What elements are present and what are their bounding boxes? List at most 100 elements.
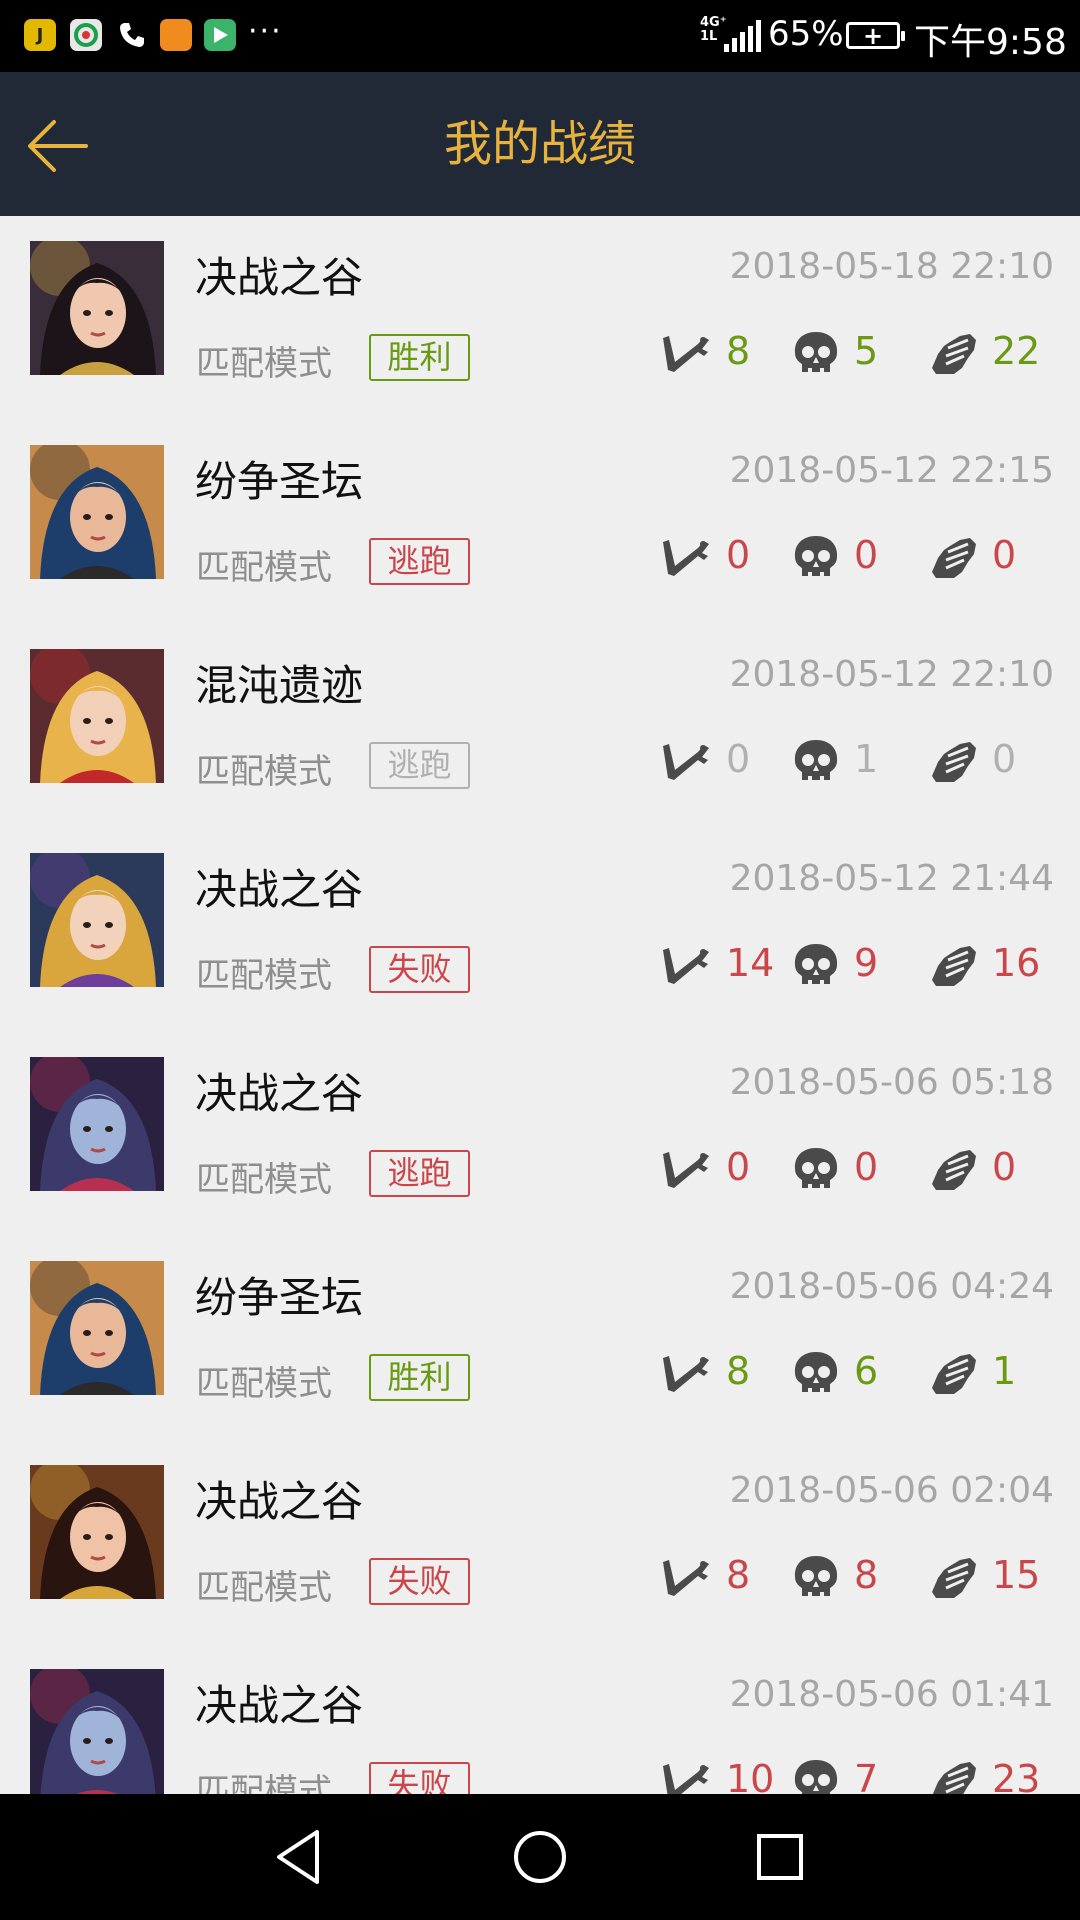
deaths-skull-icon [790,532,842,584]
assists-fist-icon [928,736,980,788]
kills-sword-icon [660,1144,712,1196]
assists-value: 23 [992,1757,1041,1794]
nav-back-button[interactable] [265,1822,335,1892]
match-mode: 匹配模式 [196,1568,332,1608]
kills-value: 14 [726,941,775,985]
kills-value: 0 [726,533,751,577]
map-name: 决战之谷 [195,1069,364,1118]
hero-avatar [30,1669,164,1794]
match-mode: 匹配模式 [196,752,332,792]
deaths-skull-icon [790,1144,842,1196]
deaths-skull-icon [790,736,842,788]
match-row[interactable]: 决战之谷 2018-05-06 02:04 匹配模式 失败 8 8 15 [0,1440,1080,1644]
assists-fist-icon [928,532,980,584]
result-badge: 胜利 [369,334,470,381]
map-name: 混沌遗迹 [195,661,364,710]
deaths-skull-icon [790,1756,842,1794]
match-time: 2018-05-12 22:10 [729,654,1054,695]
hero-avatar [30,1261,164,1395]
page-title: 我的战绩 [443,116,636,172]
hero-avatar [30,241,164,375]
kills-sword-icon [660,940,712,992]
assists-value: 0 [992,533,1017,577]
hero-avatar [30,445,164,579]
kills-sword-icon [660,1348,712,1400]
deaths-skull-icon [790,940,842,992]
kills-sword-icon [660,328,712,380]
assists-fist-icon [928,1756,980,1794]
assists-value: 0 [992,737,1017,781]
match-time: 2018-05-12 21:44 [729,858,1054,899]
deaths-value: 8 [854,1553,879,1597]
match-time: 2018-05-06 04:24 [729,1266,1054,1307]
match-row[interactable]: 混沌遗迹 2018-05-12 22:10 匹配模式 逃跑 0 1 0 [0,624,1080,828]
result-badge: 逃跑 [369,742,470,789]
match-row[interactable]: 纷争圣坛 2018-05-06 04:24 匹配模式 胜利 8 6 1 [0,1236,1080,1440]
navigation-bar [0,1794,1080,1920]
match-row[interactable]: 决战之谷 2018-05-06 01:41 匹配模式 失败 10 7 23 [0,1644,1080,1794]
battery-icon: + [846,22,905,50]
deaths-value: 1 [854,737,879,781]
match-mode: 匹配模式 [196,344,332,384]
assists-value: 15 [992,1553,1041,1597]
nav-recents-button[interactable] [745,1822,815,1892]
kills-value: 8 [726,1349,751,1393]
kills-sword-icon [660,1756,712,1794]
assists-value: 16 [992,941,1041,985]
assists-fist-icon [928,328,980,380]
map-name: 决战之谷 [195,865,364,914]
match-row[interactable]: 决战之谷 2018-05-12 21:44 匹配模式 失败 14 9 16 [0,828,1080,1032]
match-row[interactable]: 纷争圣坛 2018-05-12 22:15 匹配模式 逃跑 0 0 0 [0,420,1080,624]
kills-sword-icon [660,736,712,788]
match-row[interactable]: 决战之谷 2018-05-06 05:18 匹配模式 逃跑 0 0 0 [0,1032,1080,1236]
kills-value: 10 [726,1757,775,1794]
title-bar: 我的战绩 [0,72,1080,216]
match-time: 2018-05-06 05:18 [729,1062,1054,1103]
nav-home-button[interactable] [505,1822,575,1892]
nav-recents-icon [757,1834,803,1880]
match-time: 2018-05-06 01:41 [729,1674,1054,1715]
match-mode: 匹配模式 [196,548,332,588]
deaths-skull-icon [790,1348,842,1400]
assists-fist-icon [928,1144,980,1196]
match-time: 2018-05-18 22:10 [729,246,1054,287]
nav-back-icon [277,1830,319,1884]
j-app-icon: J [24,19,56,51]
kills-sword-icon [660,532,712,584]
match-row[interactable]: 决战之谷 2018-05-18 22:10 匹配模式 胜利 8 5 22 [0,216,1080,420]
status-bar: J ··· 4G⁺ 1L 65% + 下午9:58 [0,0,1080,72]
deaths-value: 7 [854,1757,879,1794]
map-name: 决战之谷 [195,1477,364,1526]
clock: 下午9:58 [914,22,1067,63]
match-time: 2018-05-06 02:04 [729,1470,1054,1511]
deaths-value: 0 [854,1145,879,1189]
deaths-skull-icon [790,328,842,380]
back-button[interactable] [22,110,94,182]
kills-sword-icon [660,1552,712,1604]
match-mode: 匹配模式 [196,1160,332,1200]
play-app-icon [204,19,236,51]
back-arrow-icon [28,120,88,172]
map-name: 纷争圣坛 [195,457,364,506]
hero-avatar [30,853,164,987]
match-mode: 匹配模式 [196,1772,332,1794]
result-badge: 失败 [369,1558,470,1605]
match-list[interactable]: 决战之谷 2018-05-18 22:10 匹配模式 胜利 8 5 22 纷争圣坛 2018-0… [0,216,1080,1794]
video-app-icon [160,19,192,51]
battery-percent: 65% [768,14,844,54]
result-badge: 胜利 [369,1354,470,1401]
deaths-value: 6 [854,1349,879,1393]
match-mode: 匹配模式 [196,956,332,996]
result-badge: 失败 [369,1762,470,1794]
deaths-value: 5 [854,329,879,373]
assists-value: 1 [992,1349,1017,1393]
hero-avatar [30,1057,164,1191]
hero-avatar [30,1465,164,1599]
assists-value: 0 [992,1145,1017,1189]
deaths-value: 0 [854,533,879,577]
assists-fist-icon [928,940,980,992]
hero-avatar [30,649,164,783]
signal-icon [724,20,764,52]
kills-value: 0 [726,1145,751,1189]
result-badge: 失败 [369,946,470,993]
